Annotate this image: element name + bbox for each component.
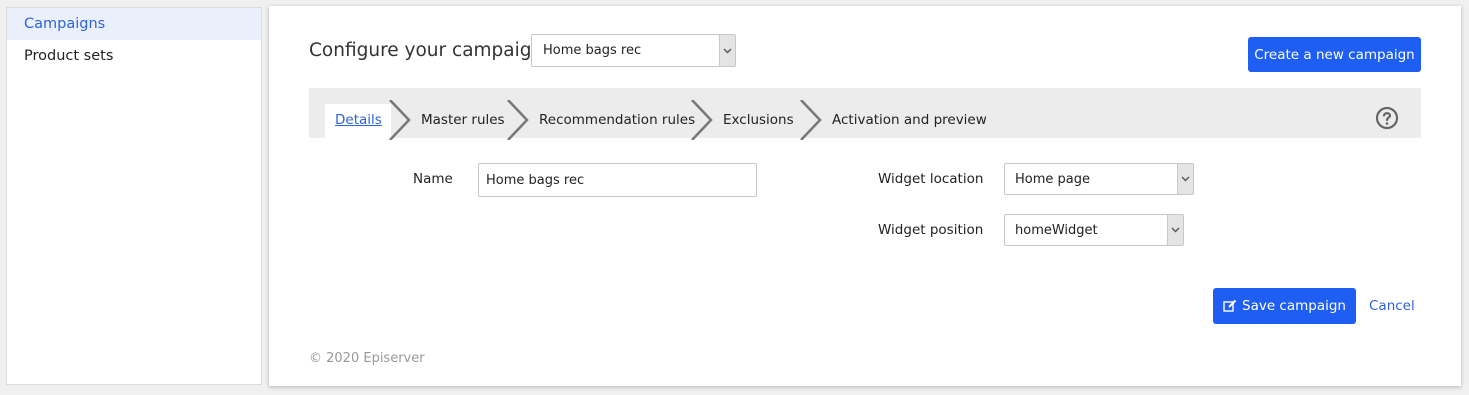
cancel-link[interactable]: Cancel bbox=[1369, 298, 1415, 314]
save-campaign-button[interactable]: Save campaign bbox=[1213, 288, 1356, 324]
chevron-down-icon bbox=[1167, 215, 1183, 245]
widget-position-select[interactable]: homeWidget bbox=[1004, 214, 1184, 246]
sidebar-item-product-sets[interactable]: Product sets bbox=[7, 40, 261, 72]
campaign-select[interactable]: Home bags rec bbox=[531, 34, 736, 67]
tab-activation-preview[interactable]: Activation and preview bbox=[832, 88, 987, 138]
widget-location-label: Widget location bbox=[878, 171, 984, 187]
widget-position-value: homeWidget bbox=[1015, 222, 1098, 238]
save-campaign-label: Save campaign bbox=[1242, 298, 1346, 314]
tab-details[interactable]: Details bbox=[335, 88, 382, 138]
tab-recommendation-rules[interactable]: Recommendation rules bbox=[539, 88, 695, 138]
edit-icon bbox=[1223, 299, 1237, 312]
widget-location-select[interactable]: Home page bbox=[1004, 163, 1194, 195]
copyright-footer: © 2020 Episerver bbox=[309, 351, 425, 366]
chevron-right-icon bbox=[800, 100, 822, 140]
create-campaign-label: Create a new campaign bbox=[1254, 46, 1415, 63]
tab-exclusions[interactable]: Exclusions bbox=[723, 88, 794, 138]
sidebar-item-campaigns[interactable]: Campaigns bbox=[7, 8, 261, 40]
chevron-down-icon bbox=[719, 35, 735, 66]
create-campaign-button[interactable]: Create a new campaign bbox=[1248, 37, 1421, 72]
widget-location-value: Home page bbox=[1015, 171, 1090, 187]
page-title: Configure your campaign bbox=[309, 40, 544, 61]
chevron-down-icon bbox=[1177, 164, 1193, 194]
campaign-select-value: Home bags rec bbox=[543, 43, 642, 58]
sidebar: Campaigns Product sets bbox=[6, 7, 262, 385]
step-navigation: Details Master rules Recommendation rule… bbox=[309, 88, 1421, 140]
tab-master-rules[interactable]: Master rules bbox=[421, 88, 505, 138]
help-icon[interactable] bbox=[1375, 106, 1399, 130]
widget-position-label: Widget position bbox=[878, 222, 984, 238]
chevron-right-icon bbox=[507, 100, 529, 140]
chevron-right-icon bbox=[691, 100, 713, 140]
main-panel: Configure your campaign Home bags rec Cr… bbox=[269, 6, 1461, 386]
name-label: Name bbox=[413, 171, 453, 187]
chevron-right-icon bbox=[389, 100, 411, 140]
name-input[interactable] bbox=[478, 163, 757, 197]
